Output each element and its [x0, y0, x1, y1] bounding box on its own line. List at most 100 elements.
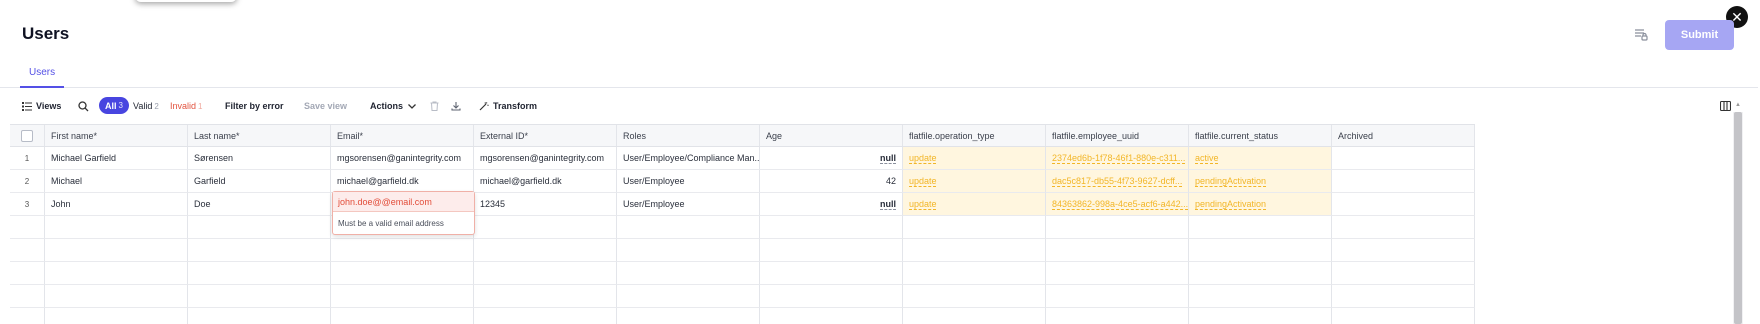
empty-cell[interactable]	[45, 262, 188, 285]
cell-age[interactable]: null	[760, 193, 903, 216]
cell-first-name[interactable]: Michael Garfield	[45, 147, 188, 170]
empty-cell[interactable]	[45, 216, 188, 239]
save-view-button[interactable]: Save view	[304, 96, 347, 116]
column-header[interactable]: flatfile.current_status	[1189, 125, 1332, 146]
empty-cell[interactable]	[331, 262, 474, 285]
cell-age[interactable]: null	[760, 147, 903, 170]
empty-cell[interactable]	[617, 285, 760, 308]
empty-cell[interactable]	[1332, 285, 1475, 308]
vertical-scrollbar-thumb[interactable]	[1734, 112, 1742, 324]
cell-last-name[interactable]: Garfield	[188, 170, 331, 193]
empty-cell[interactable]	[760, 308, 903, 324]
empty-cell[interactable]	[1046, 285, 1189, 308]
empty-cell[interactable]	[1332, 216, 1475, 239]
cell-roles[interactable]: User/Employee	[617, 193, 760, 216]
empty-cell[interactable]	[617, 239, 760, 262]
cell-roles[interactable]: User/Employee/Compliance Man...	[617, 147, 760, 170]
search-button[interactable]	[78, 96, 89, 116]
cell-external-id[interactable]: 12345	[474, 193, 617, 216]
empty-cell[interactable]	[617, 308, 760, 324]
column-header[interactable]: Last name*	[188, 125, 331, 146]
column-header[interactable]: Email*	[331, 125, 474, 146]
empty-cell[interactable]	[903, 308, 1046, 324]
empty-cell[interactable]	[1189, 239, 1332, 262]
cell-operation-type[interactable]: update	[903, 170, 1046, 193]
actions-menu[interactable]: Actions	[370, 96, 417, 116]
column-header[interactable]: Archived	[1332, 125, 1475, 146]
empty-cell[interactable]	[903, 285, 1046, 308]
cell-first-name[interactable]: John	[45, 193, 188, 216]
empty-cell[interactable]	[1332, 262, 1475, 285]
empty-cell[interactable]	[617, 216, 760, 239]
cell-current-status[interactable]: pendingActivation	[1189, 193, 1332, 216]
views-button[interactable]: Views	[22, 96, 61, 116]
column-header[interactable]: flatfile.operation_type	[903, 125, 1046, 146]
empty-cell[interactable]	[45, 285, 188, 308]
filter-invalid[interactable]: Invalid 1	[170, 96, 202, 116]
cell-last-name[interactable]: Doe	[188, 193, 331, 216]
empty-cell[interactable]	[760, 239, 903, 262]
empty-cell[interactable]	[760, 216, 903, 239]
empty-cell[interactable]	[45, 239, 188, 262]
filter-by-error-button[interactable]: Filter by error	[225, 96, 284, 116]
empty-cell[interactable]	[1189, 308, 1332, 324]
cell-first-name[interactable]: Michael	[45, 170, 188, 193]
empty-cell[interactable]	[474, 285, 617, 308]
cell-current-status[interactable]: pendingActivation	[1189, 170, 1332, 193]
download-icon[interactable]	[451, 96, 461, 116]
column-header[interactable]: First name*	[45, 125, 188, 146]
empty-cell[interactable]	[331, 285, 474, 308]
cell-employee-uuid[interactable]: 84363862-998a-4ce5-acf6-a442...	[1046, 193, 1189, 216]
export-icon[interactable]	[1632, 26, 1650, 44]
empty-cell[interactable]	[903, 216, 1046, 239]
cell-email[interactable]: michael@garfield.dk	[331, 170, 474, 193]
empty-cell[interactable]	[1189, 285, 1332, 308]
cell-employee-uuid[interactable]: dac5c817-db55-4f73-9627-dcff...	[1046, 170, 1189, 193]
row-index[interactable]: 2	[10, 170, 45, 193]
invalid-email-input[interactable]: john.doe@@email.com	[333, 192, 474, 212]
columns-icon[interactable]	[1720, 96, 1731, 116]
filter-valid[interactable]: Valid 2	[133, 96, 159, 116]
filter-all-pill[interactable]: All 3	[99, 97, 129, 114]
column-header[interactable]: Roles	[617, 125, 760, 146]
cell-last-name[interactable]: Sørensen	[188, 147, 331, 170]
empty-cell[interactable]	[1046, 262, 1189, 285]
empty-cell[interactable]	[331, 239, 474, 262]
empty-cell[interactable]	[45, 308, 188, 324]
empty-cell[interactable]	[188, 262, 331, 285]
column-header[interactable]: flatfile.employee_uuid	[1046, 125, 1189, 146]
empty-cell[interactable]	[474, 262, 617, 285]
empty-cell[interactable]	[1046, 239, 1189, 262]
cell-archived[interactable]	[1332, 193, 1475, 216]
empty-cell[interactable]	[1046, 308, 1189, 324]
trash-icon[interactable]	[430, 96, 439, 116]
empty-cell[interactable]	[188, 239, 331, 262]
column-header[interactable]: External ID*	[474, 125, 617, 146]
cell-archived[interactable]	[1332, 170, 1475, 193]
cell-archived[interactable]	[1332, 147, 1475, 170]
empty-cell[interactable]	[474, 239, 617, 262]
row-index[interactable]: 1	[10, 147, 45, 170]
cell-email[interactable]: mgsorensen@ganintegrity.com	[331, 147, 474, 170]
cell-age[interactable]: 42	[760, 170, 903, 193]
row-index[interactable]: 3	[10, 193, 45, 216]
empty-cell[interactable]	[903, 262, 1046, 285]
cell-roles[interactable]: User/Employee	[617, 170, 760, 193]
tab-users[interactable]: Users	[20, 64, 65, 88]
empty-cell[interactable]	[1332, 239, 1475, 262]
column-header[interactable]: Age	[760, 125, 903, 146]
empty-cell[interactable]	[760, 262, 903, 285]
select-all-checkbox[interactable]	[21, 129, 33, 142]
empty-cell[interactable]	[188, 285, 331, 308]
cell-external-id[interactable]: mgsorensen@ganintegrity.com	[474, 147, 617, 170]
empty-cell[interactable]	[188, 216, 331, 239]
empty-cell[interactable]	[760, 285, 903, 308]
cell-current-status[interactable]: active	[1189, 147, 1332, 170]
empty-cell[interactable]	[617, 262, 760, 285]
cell-external-id[interactable]: michael@garfield.dk	[474, 170, 617, 193]
cell-operation-type[interactable]: update	[903, 147, 1046, 170]
empty-cell[interactable]	[474, 308, 617, 324]
scroll-up-arrow[interactable]: ▲	[1734, 102, 1742, 110]
empty-cell[interactable]	[331, 308, 474, 324]
empty-cell[interactable]	[1189, 216, 1332, 239]
